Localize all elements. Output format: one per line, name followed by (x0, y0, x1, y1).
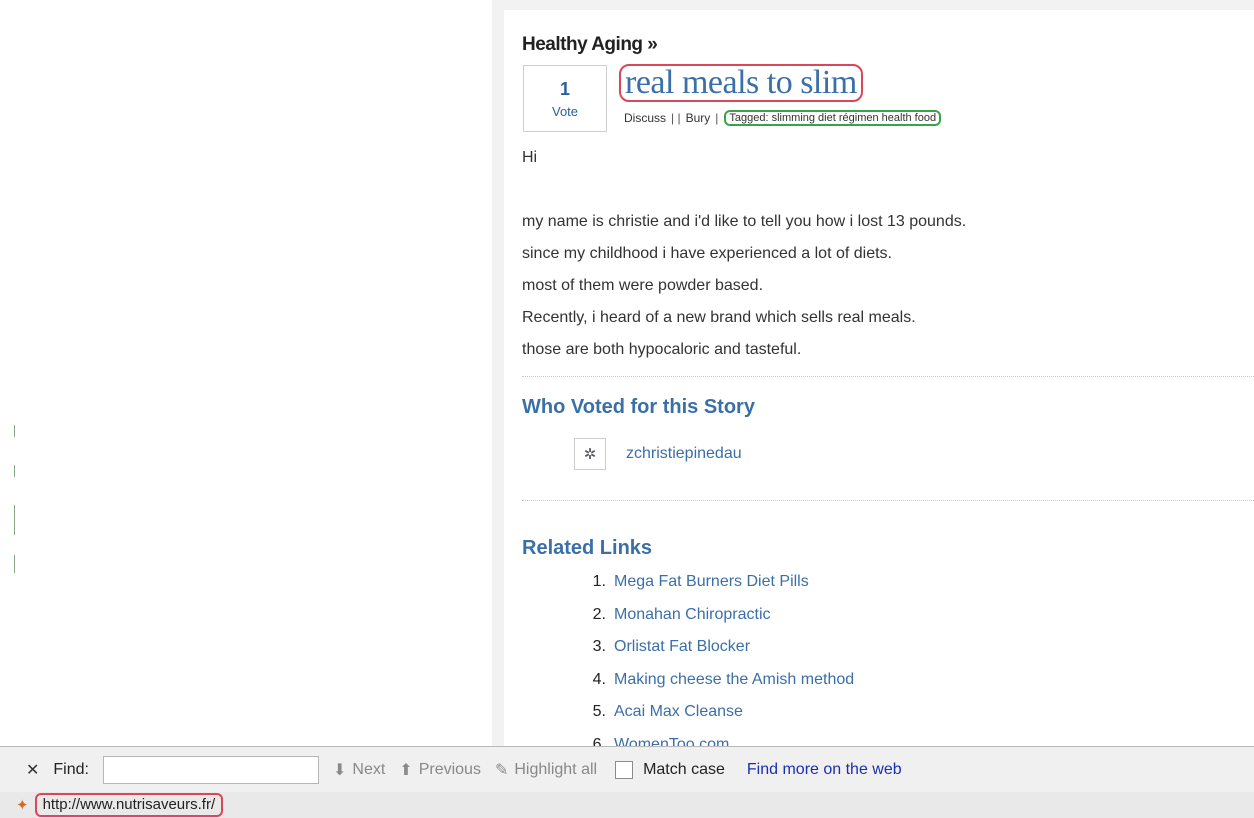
edge-mark (14, 465, 15, 477)
discuss-link[interactable]: Discuss (624, 111, 666, 125)
edge-marks (14, 425, 16, 575)
list-number: 3. (592, 638, 606, 655)
list-number: 4. (592, 670, 606, 688)
find-more-link[interactable]: Find more on the web (747, 761, 902, 779)
edge-mark (14, 505, 15, 535)
list-number: 2. (592, 605, 606, 623)
related-link[interactable]: Orlistat Fat Blocker (614, 638, 750, 671)
story-paragraph: since my childhood i have experienced a … (522, 245, 892, 262)
story-body: Hi my name is christie and i'd like to t… (522, 142, 1242, 366)
list-item: 1. Mega Fat Burners Diet Pills (584, 573, 854, 606)
page-content: Healthy Aging » 1 Vote real meals to sli… (492, 0, 1254, 746)
voter-item[interactable]: ✲ zchristiepinedau (574, 438, 742, 470)
section-divider (522, 376, 1254, 377)
story-paragraph: my name is christie and i'd like to tell… (522, 213, 967, 230)
list-item: 4. Making cheese the Amish method (584, 671, 854, 704)
related-link[interactable]: Mega Fat Burners Diet Pills (614, 573, 809, 606)
story-paragraph: those are both hypocaloric and tasteful. (522, 341, 802, 358)
highlighter-icon: ✎ (494, 762, 509, 779)
find-input[interactable] (102, 756, 319, 784)
separator: | (715, 111, 719, 125)
story-greeting: Hi (522, 149, 538, 166)
vote-box[interactable]: 1 Vote (523, 65, 607, 132)
highlight-all-label: Highlight all (514, 761, 598, 778)
edge-mark (14, 555, 15, 573)
match-case-label[interactable]: Match case (643, 761, 725, 779)
related-link[interactable]: WomenToo.com (614, 736, 729, 747)
voters-heading: Who Voted for this Story (522, 396, 755, 418)
voter-name-link[interactable]: zchristiepinedau (626, 445, 742, 463)
category-link[interactable]: Healthy Aging » (522, 34, 658, 56)
list-number: 6. (592, 735, 606, 747)
left-blank-area (0, 0, 492, 746)
related-link[interactable]: Acai Max Cleanse (614, 703, 743, 736)
find-bar: ✕ Find: ⬇ Next ⬆ Previous ✎ Highlight al… (0, 746, 1254, 793)
list-number: 1. (592, 573, 606, 590)
next-label: Next (352, 761, 386, 778)
next-button[interactable]: ⬇ Next (333, 760, 385, 780)
list-item: 5. Acai Max Cleanse (584, 703, 854, 736)
related-link[interactable]: Monahan Chiropractic (614, 606, 771, 639)
match-case-checkbox[interactable] (615, 761, 634, 779)
list-item: 2. Monahan Chiropractic (584, 606, 854, 639)
previous-button[interactable]: ⬆ Previous (399, 760, 481, 780)
highlight-all-button[interactable]: ✎ Highlight all (495, 760, 597, 780)
story-panel: Healthy Aging » 1 Vote real meals to sli… (504, 10, 1254, 746)
vote-button[interactable]: Vote (524, 104, 606, 119)
bury-link[interactable]: Bury (686, 111, 711, 125)
edge-mark (14, 425, 15, 437)
previous-label: Previous (418, 761, 481, 778)
find-label: Find: (53, 761, 89, 778)
story-title-link[interactable]: real meals to slim (619, 64, 863, 102)
status-url: http://www.nutrisaveurs.fr/ (34, 793, 224, 817)
firefox-icon: ✦ (16, 797, 29, 814)
spinner-avatar-icon[interactable]: ✲ (574, 438, 606, 470)
arrow-up-icon: ⬆ (399, 762, 413, 779)
section-divider (522, 500, 1254, 501)
story-meta: Discuss | | Bury | Tagged: slimming diet… (624, 110, 942, 126)
separator: | | (671, 111, 681, 125)
related-link[interactable]: Making cheese the Amish method (614, 671, 854, 704)
story-paragraph: most of them were powder based. (522, 277, 764, 294)
list-item: 3. Orlistat Fat Blocker (584, 638, 854, 671)
vote-count: 1 (559, 79, 570, 99)
tags-list[interactable]: Tagged: slimming diet régimen health foo… (724, 110, 942, 126)
status-bar: ✦ http://www.nutrisaveurs.fr/ (0, 792, 1254, 818)
related-links-list: 1. Mega Fat Burners Diet Pills 2. Monaha… (584, 573, 854, 746)
related-links-heading: Related Links (522, 537, 653, 559)
close-icon[interactable]: ✕ (26, 760, 39, 780)
story-paragraph: Recently, i heard of a new brand which s… (522, 309, 916, 326)
list-number: 5. (592, 703, 606, 720)
arrow-down-icon: ⬇ (332, 762, 347, 779)
list-item: 6. WomenToo.com (584, 736, 854, 747)
